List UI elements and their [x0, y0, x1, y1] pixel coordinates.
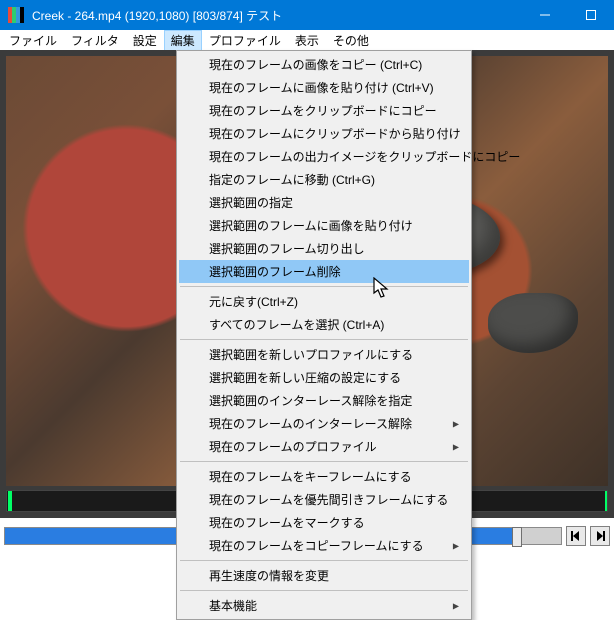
step-back-button[interactable] — [566, 526, 586, 546]
menu-item[interactable]: 元に戻す(Ctrl+Z) — [179, 290, 469, 313]
menu-item[interactable]: 指定のフレームに移動 (Ctrl+G) — [179, 168, 469, 191]
menu-item[interactable]: 現在のフレームのインターレース解除 — [179, 412, 469, 435]
window-buttons — [522, 0, 614, 30]
app-icon — [8, 7, 24, 23]
menu-item[interactable]: 基本機能 — [179, 594, 469, 617]
maximize-button[interactable] — [568, 0, 614, 30]
menu-item[interactable]: 選択範囲のインターレース解除を指定 — [179, 389, 469, 412]
menu-bar: ファイル フィルタ 設定 編集 プロファイル 表示 その他 — [0, 30, 614, 50]
menu-item[interactable]: 再生速度の情報を変更 — [179, 564, 469, 587]
menu-separator — [180, 461, 468, 462]
menu-separator — [180, 560, 468, 561]
menu-item[interactable]: 現在のフレームをマークする — [179, 511, 469, 534]
menu-item[interactable]: 選択範囲のフレーム切り出し — [179, 237, 469, 260]
menu-item[interactable]: すべてのフレームを選択 (Ctrl+A) — [179, 313, 469, 336]
step-forward-button[interactable] — [590, 526, 610, 546]
menu-separator — [180, 339, 468, 340]
edit-menu-dropdown: 現在のフレームの画像をコピー (Ctrl+C)現在のフレームに画像を貼り付け (… — [176, 50, 472, 620]
menu-item[interactable]: 選択範囲のフレームに画像を貼り付け — [179, 214, 469, 237]
menu-item[interactable]: 現在のフレームをクリップボードにコピー — [179, 99, 469, 122]
window-title: Creek - 264.mp4 (1920,1080) [803/874] テス… — [32, 7, 282, 24]
title-bar: Creek - 264.mp4 (1920,1080) [803/874] テス… — [0, 0, 614, 30]
menu-other[interactable]: その他 — [326, 30, 376, 51]
menu-item[interactable]: 現在のフレームに画像を貼り付け (Ctrl+V) — [179, 76, 469, 99]
menu-item[interactable]: 選択範囲を新しい圧縮の設定にする — [179, 366, 469, 389]
seek-thumb[interactable] — [512, 527, 522, 547]
menu-file[interactable]: ファイル — [2, 30, 64, 51]
menu-item[interactable]: 現在のフレームをキーフレームにする — [179, 465, 469, 488]
menu-item[interactable]: 現在のフレームの出力イメージをクリップボードにコピー — [179, 145, 469, 168]
menu-item[interactable]: 現在のフレームの画像をコピー (Ctrl+C) — [179, 53, 469, 76]
menu-filter[interactable]: フィルタ — [64, 30, 126, 51]
minimize-button[interactable] — [522, 0, 568, 30]
menu-item[interactable]: 現在のフレームをコピーフレームにする — [179, 534, 469, 557]
menu-item[interactable]: 選択範囲のフレーム削除 — [179, 260, 469, 283]
menu-item[interactable]: 現在のフレームのプロファイル — [179, 435, 469, 458]
menu-separator — [180, 286, 468, 287]
menu-view[interactable]: 表示 — [288, 30, 326, 51]
timeline-marker-end — [605, 491, 607, 511]
menu-profile[interactable]: プロファイル — [202, 30, 288, 51]
menu-settings[interactable]: 設定 — [126, 30, 164, 51]
menu-item[interactable]: 現在のフレームにクリップボードから貼り付け — [179, 122, 469, 145]
menu-item[interactable]: 選択範囲を新しいプロファイルにする — [179, 343, 469, 366]
menu-edit[interactable]: 編集 — [164, 30, 202, 51]
menu-item[interactable]: 現在のフレームを優先間引きフレームにする — [179, 488, 469, 511]
menu-separator — [180, 590, 468, 591]
timeline-marker-start — [8, 491, 12, 511]
menu-item[interactable]: 選択範囲の指定 — [179, 191, 469, 214]
